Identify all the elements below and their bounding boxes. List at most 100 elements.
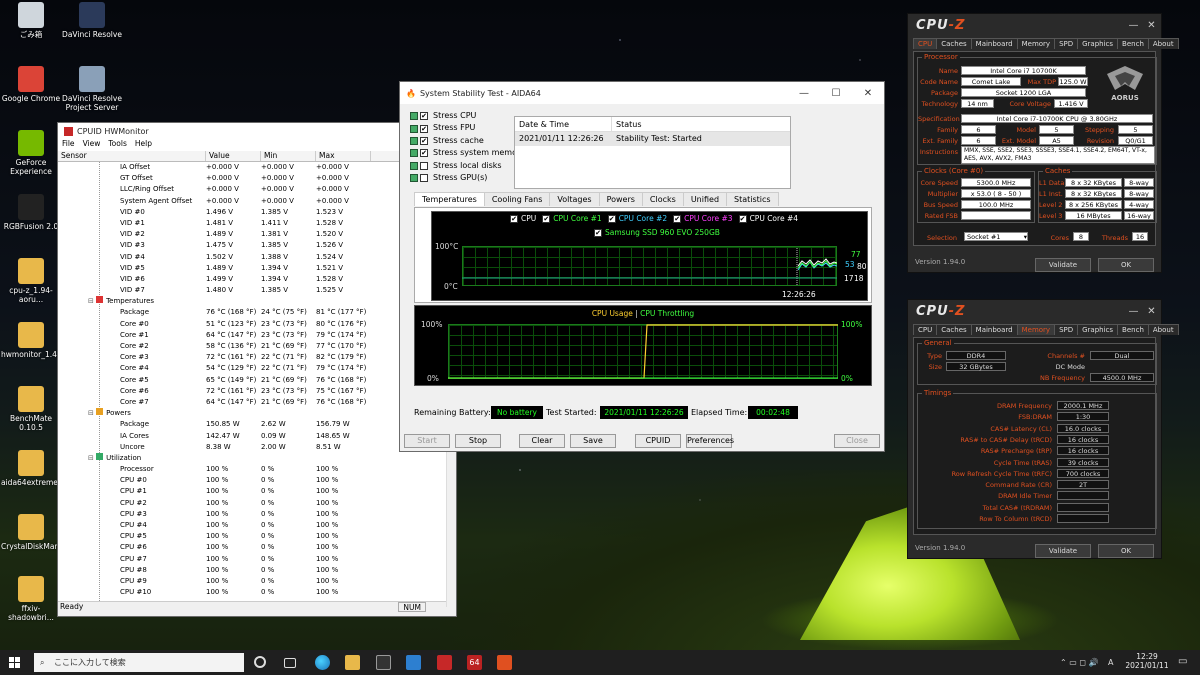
stress-checkbox[interactable]: ✔	[420, 149, 428, 158]
menu-file[interactable]: File	[62, 139, 75, 151]
notification-icon[interactable]: ▭	[1178, 656, 1187, 667]
sensor-row[interactable]: System Agent Offset +0.000 V +0.000 V +0.00…	[58, 196, 456, 207]
tab-bench[interactable]: Bench	[1117, 38, 1149, 49]
desktop-icon[interactable]: CrystalDiskMark...	[1, 514, 69, 551]
desktop-icon[interactable]: ffxiv-shadowbri...	[1, 576, 61, 622]
sensor-row[interactable]: Core #1 64 °C (147 °F) 23 °C (73 °F) 79 °C …	[58, 330, 456, 341]
file-explorer-icon[interactable]	[345, 655, 360, 670]
sensor-row[interactable]: CPU #5 100 % 0 % 100 %	[58, 531, 456, 542]
selection-dropdown[interactable]: Socket #1 ▾	[964, 232, 1028, 241]
stress-checkbox[interactable]	[420, 161, 428, 170]
stop-button[interactable]: Stop	[455, 434, 501, 448]
mem-validate-button[interactable]: Validate	[1035, 544, 1091, 558]
desktop-icon[interactable]: cpu-z_1.94-aoru...	[1, 258, 61, 304]
minimize-button[interactable]: —	[1125, 20, 1143, 31]
task-view-icon[interactable]	[284, 658, 296, 668]
menu-help[interactable]: Help	[135, 139, 152, 151]
stress-option[interactable]: Stress local disks	[410, 160, 517, 172]
start-button[interactable]: Start	[404, 434, 450, 448]
menu-tools[interactable]: Tools	[108, 139, 126, 151]
tab-about[interactable]: About	[1147, 38, 1179, 49]
hwmonitor-titlebar[interactable]: CPUID HWMonitor	[58, 123, 456, 139]
tab-about[interactable]: About	[1147, 324, 1179, 335]
tab-cpu[interactable]: CPU	[913, 38, 938, 49]
tab-powers[interactable]: Powers	[598, 192, 643, 206]
sensor-row[interactable]: Core #5 65 °C (149 °F) 21 °C (69 °F) 76 °C …	[58, 375, 456, 386]
tab-cooling-fans[interactable]: Cooling Fans	[483, 192, 551, 206]
legend-checkbox[interactable]: ✔	[673, 215, 682, 223]
cpuid-button[interactable]: CPUID	[635, 434, 681, 448]
tab-graphics[interactable]: Graphics	[1077, 324, 1119, 335]
col-min[interactable]: Min	[261, 151, 316, 161]
sensor-row[interactable]: Core #4 54 °C (129 °F) 22 °C (71 °F) 79 °C …	[58, 363, 456, 374]
tab-voltages[interactable]: Voltages	[549, 192, 600, 206]
desktop-icon[interactable]: RGBFusion 2.0	[1, 194, 61, 231]
tab-temperatures[interactable]: Temperatures	[414, 192, 485, 206]
cpuz-cpu-titlebar[interactable]: CPU -Z — ✕	[908, 14, 1161, 36]
cpuz-mem-titlebar[interactable]: CPU -Z — ✕	[908, 300, 1161, 322]
aida64-taskbar-icon[interactable]: 64	[467, 655, 482, 670]
legend-checkbox[interactable]: ✔	[510, 215, 518, 223]
sensor-row[interactable]: CPU #4 100 % 0 % 100 %	[58, 520, 456, 531]
legend-checkbox[interactable]: ✔	[607, 215, 616, 223]
cortana-icon[interactable]	[254, 656, 266, 668]
search-box[interactable]: ⌕ ここに入力して検索	[34, 653, 244, 672]
sensor-row[interactable]: VID #2 1.489 V 1.381 V 1.520 V	[58, 229, 456, 240]
col-value[interactable]: Value	[206, 151, 261, 161]
stress-option[interactable]: ✔ Stress cache	[410, 135, 517, 147]
desktop-icon[interactable]: DaVinci Resolve	[62, 2, 122, 39]
tab-unified[interactable]: Unified	[682, 192, 728, 206]
stress-checkbox[interactable]: ✔	[420, 137, 428, 146]
sensor-row[interactable]: CPU #1 100 % 0 % 100 %	[58, 486, 456, 497]
sensor-row[interactable]: VID #0 1.496 V 1.385 V 1.523 V	[58, 207, 456, 218]
sensor-row[interactable]: ⊟ Powers	[58, 408, 456, 419]
close-test-button[interactable]: Close	[834, 434, 880, 448]
stress-option[interactable]: ✔ Stress CPU	[410, 110, 517, 122]
sensor-row[interactable]: VID #4 1.502 V 1.388 V 1.524 V	[58, 252, 456, 263]
temp-legend-item[interactable]: ✔ CPU Core #3	[673, 214, 733, 223]
sensor-row[interactable]: CPU #7 100 % 0 % 100 %	[58, 554, 456, 565]
sensor-row[interactable]: ⊟ Temperatures	[58, 296, 456, 307]
close-button[interactable]: ✕	[1143, 20, 1161, 31]
sensor-row[interactable]: Package 76 °C (168 °F) 24 °C (75 °F) 81 °C …	[58, 307, 456, 318]
tab-caches[interactable]: Caches	[936, 324, 972, 335]
collapse-icon[interactable]: ⊟	[88, 454, 96, 462]
sensor-row[interactable]: CPU #0 100 % 0 % 100 %	[58, 475, 456, 486]
temp-legend-item[interactable]: ✔ CPU Core #2	[607, 214, 667, 223]
sensor-row[interactable]: GT Offset +0.000 V +0.000 V +0.000 V	[58, 173, 456, 184]
menu-view[interactable]: View	[83, 139, 101, 151]
sensor-row[interactable]: CPU #2 100 % 0 % 100 %	[58, 498, 456, 509]
collapse-icon[interactable]: ⊟	[88, 409, 96, 417]
sensor-row[interactable]: CPU #9 100 % 0 % 100 %	[58, 576, 456, 587]
maximize-button[interactable]: ☐	[820, 88, 852, 99]
desktop-icon[interactable]: DaVinci Resolve Project Server	[62, 66, 122, 112]
ssd-checkbox[interactable]: ✔	[594, 229, 602, 237]
minimize-button[interactable]: —	[1125, 306, 1143, 317]
desktop-icon[interactable]: ごみ箱	[1, 2, 61, 39]
sensor-row[interactable]: VID #7 1.480 V 1.385 V 1.525 V	[58, 285, 456, 296]
tray-icons[interactable]: ⌃ ▭ ◻ 🔊	[1060, 658, 1099, 667]
sensor-row[interactable]: VID #5 1.489 V 1.394 V 1.521 V	[58, 263, 456, 274]
tab-bench[interactable]: Bench	[1117, 324, 1149, 335]
sensor-row[interactable]: Core #3 72 °C (161 °F) 22 °C (71 °F) 82 °C …	[58, 352, 456, 363]
tab-memory[interactable]: Memory	[1016, 38, 1056, 49]
minimize-button[interactable]: —	[788, 88, 820, 99]
hwmonitor-taskbar-icon[interactable]	[437, 655, 452, 670]
tab-cpu[interactable]: CPU	[913, 324, 938, 335]
tab-mainboard[interactable]: Mainboard	[970, 38, 1018, 49]
validate-button[interactable]: Validate	[1035, 258, 1091, 272]
stress-checkbox[interactable]: ✔	[420, 112, 428, 121]
sensor-row[interactable]: Core #7 64 °C (147 °F) 21 °C (69 °F) 76 °C …	[58, 397, 456, 408]
sensor-row[interactable]: Package 150.85 W 2.62 W 156.79 W	[58, 419, 456, 430]
sensor-row[interactable]: CPU #10 100 % 0 % 100 %	[58, 587, 456, 598]
sensor-row[interactable]: Core #6 72 °C (161 °F) 23 °C (73 °F) 75 °C …	[58, 386, 456, 397]
sensor-row[interactable]: CPU #3 100 % 0 % 100 %	[58, 509, 456, 520]
tab-caches[interactable]: Caches	[936, 38, 972, 49]
desktop-icon[interactable]: aida64extreme62	[1, 450, 67, 487]
legend-checkbox[interactable]: ✔	[738, 215, 747, 223]
collapse-icon[interactable]: ⊟	[88, 297, 96, 305]
stress-option[interactable]: ✔ Stress FPU	[410, 122, 517, 134]
tab-memory[interactable]: Memory	[1016, 324, 1056, 335]
sensor-row[interactable]: IA Offset +0.000 V +0.000 V +0.000 V	[58, 162, 456, 173]
edge-icon[interactable]	[315, 655, 330, 670]
